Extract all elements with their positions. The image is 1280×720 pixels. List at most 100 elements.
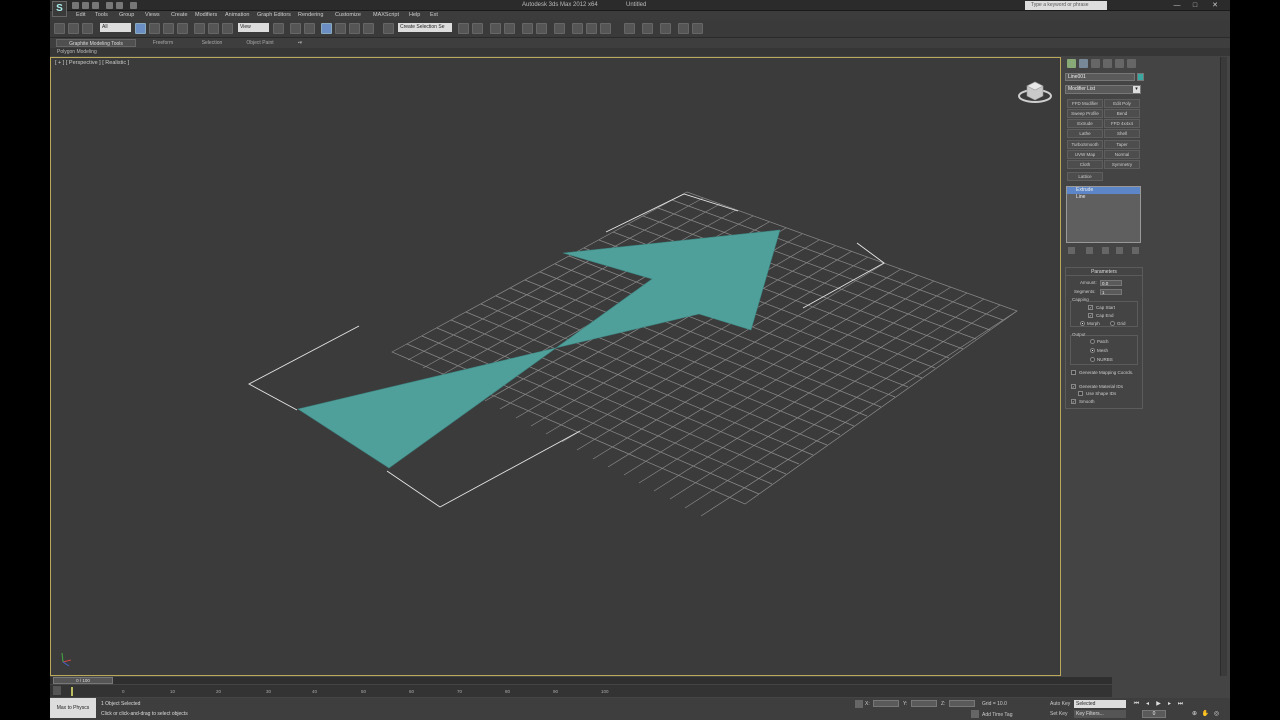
add-time-tag[interactable]: Add Time Tag	[982, 712, 1012, 718]
show-end-result-icon[interactable]	[1086, 247, 1093, 254]
menu-tools[interactable]: Tools	[95, 12, 108, 18]
object-color-swatch[interactable]	[1137, 73, 1144, 81]
tab-object-paint[interactable]: Object Paint	[238, 39, 282, 47]
ribbon-options-icon[interactable]: ▪▾	[294, 39, 306, 47]
rollout-title[interactable]: Parameters	[1066, 268, 1142, 276]
modifier-button[interactable]: FFD 4x4x4	[1104, 119, 1140, 128]
stack-item-extrude[interactable]: Extrude	[1067, 187, 1140, 194]
selection-filter-dropdown[interactable]: All	[100, 23, 131, 32]
graphite-toggle-icon[interactable]	[504, 23, 515, 34]
patch-radio[interactable]	[1090, 339, 1095, 344]
smooth-checkbox[interactable]: ✓	[1071, 399, 1076, 404]
tab-freeform[interactable]: Freeform	[140, 39, 186, 47]
morph-radio[interactable]	[1080, 321, 1085, 326]
auto-key-button[interactable]: Auto Key	[1050, 701, 1070, 707]
menu-customize[interactable]: Customize	[335, 12, 361, 18]
save-file-icon[interactable]	[92, 2, 99, 9]
new-file-icon[interactable]	[72, 2, 79, 9]
project-folder-icon[interactable]	[130, 2, 137, 9]
menu-graph-editors[interactable]: Graph Editors	[257, 12, 291, 18]
generate-mapping-checkbox[interactable]	[1071, 370, 1076, 375]
open-file-icon[interactable]	[82, 2, 89, 9]
zoom-icon[interactable]: ⊕	[1190, 710, 1199, 718]
modifier-button[interactable]: Normal	[1104, 150, 1140, 159]
create-tab-icon[interactable]	[1067, 59, 1076, 68]
material-editor-icon[interactable]	[554, 23, 565, 34]
schematic-view-icon[interactable]	[536, 23, 547, 34]
viewport-label[interactable]: [ + ] [ Perspective ] [ Realistic ]	[55, 60, 129, 66]
hierarchy-tab-icon[interactable]	[1091, 59, 1100, 68]
amount-spinner[interactable]: 0.0	[1100, 280, 1122, 286]
key-selection-dropdown[interactable]: Selected	[1074, 700, 1126, 708]
scale-icon[interactable]	[222, 23, 233, 34]
go-to-end-icon[interactable]: ⏭	[1176, 700, 1185, 708]
extra-tool-icon[interactable]	[624, 23, 635, 34]
nurbs-radio[interactable]	[1090, 357, 1095, 362]
utilities-tab-icon[interactable]	[1127, 59, 1136, 68]
key-filters-button[interactable]: Key Filters...	[1074, 710, 1126, 718]
stack-item-line[interactable]: Line	[1067, 194, 1140, 201]
modifier-button[interactable]: Shell	[1104, 129, 1140, 138]
close-button[interactable]: ✕	[1208, 1, 1222, 10]
window-crossing-icon[interactable]	[177, 23, 188, 34]
set-key-button[interactable]: Set Key	[1050, 711, 1068, 717]
menu-create[interactable]: Create	[171, 12, 188, 18]
snaps-toggle-icon[interactable]	[321, 23, 332, 34]
rotate-icon[interactable]	[208, 23, 219, 34]
physics-icon[interactable]	[642, 23, 653, 34]
y-coord-field[interactable]	[911, 700, 937, 707]
curve-editor-icon[interactable]	[522, 23, 533, 34]
pivot-center-icon[interactable]	[273, 23, 284, 34]
cap-start-checkbox[interactable]: ✓	[1088, 305, 1093, 310]
modifier-button[interactable]: Sweep Profile	[1067, 109, 1103, 118]
modifier-button[interactable]: Edit Poly	[1104, 99, 1140, 108]
modifier-button[interactable]: Symmetry	[1104, 160, 1140, 169]
maxscript-listener[interactable]: Max to Physcs	[50, 698, 96, 718]
menu-maxscript[interactable]: MAXScript	[373, 12, 399, 18]
modifier-list-dropdown[interactable]: Modifier List ▾	[1065, 85, 1141, 94]
generate-material-ids-checkbox[interactable]: ✓	[1071, 384, 1076, 389]
grid-radio[interactable]	[1110, 321, 1115, 326]
menu-modifiers[interactable]: Modifiers	[195, 12, 217, 18]
mesh-radio[interactable]	[1090, 348, 1095, 353]
previous-frame-icon[interactable]: ◂	[1143, 700, 1152, 708]
percent-snap-icon[interactable]	[349, 23, 360, 34]
configure-modifier-sets-icon[interactable]	[1132, 247, 1139, 254]
command-panel-scrollbar[interactable]	[1220, 57, 1227, 676]
undo-icon[interactable]	[106, 2, 113, 9]
modifier-button[interactable]: Lathe	[1067, 129, 1103, 138]
mirror-icon[interactable]	[458, 23, 469, 34]
display-tab-icon[interactable]	[1115, 59, 1124, 68]
modifier-stack[interactable]: Extrude Line	[1066, 186, 1141, 243]
modifier-button[interactable]: TurboSmooth	[1067, 140, 1103, 149]
select-manipulate-icon[interactable]	[290, 23, 301, 34]
time-slider-thumb[interactable]: 0 / 100	[53, 677, 113, 684]
menu-animation[interactable]: Animation	[225, 12, 249, 18]
modify-tab-icon[interactable]	[1079, 59, 1088, 68]
move-icon[interactable]	[194, 23, 205, 34]
pin-stack-icon[interactable]	[1068, 247, 1075, 254]
named-selection-dropdown[interactable]: Create Selection Se	[398, 23, 452, 32]
simulate-icon[interactable]	[660, 23, 671, 34]
next-frame-icon[interactable]: ▸	[1165, 700, 1174, 708]
tab-graphite-modeling-tools[interactable]: Graphite Modeling Tools	[56, 39, 136, 47]
segments-spinner[interactable]: 1	[1100, 289, 1122, 295]
render-setup-icon[interactable]	[572, 23, 583, 34]
remove-modifier-icon[interactable]	[1116, 247, 1123, 254]
menu-views[interactable]: Views	[145, 12, 160, 18]
time-slider[interactable]: 0 / 100	[50, 677, 1112, 684]
spinner-snap-icon[interactable]	[363, 23, 374, 34]
lock-selection-icon[interactable]	[855, 700, 863, 708]
angle-snap-icon[interactable]	[335, 23, 346, 34]
menu-rendering[interactable]: Rendering	[298, 12, 323, 18]
menu-ext[interactable]: Ext	[430, 12, 438, 18]
orbit-icon[interactable]: ◎	[1212, 710, 1221, 718]
align-icon[interactable]	[472, 23, 483, 34]
cap-end-checkbox[interactable]: ✓	[1088, 313, 1093, 318]
trackbar[interactable]: 0 10 20 30 40 50 60 70 80 90 100	[50, 685, 1112, 697]
z-coord-field[interactable]	[949, 700, 975, 707]
app-logo-icon[interactable]: S	[52, 1, 67, 17]
modifier-button[interactable]: Bend	[1104, 109, 1140, 118]
keyboard-shortcut-icon[interactable]	[304, 23, 315, 34]
menu-group[interactable]: Group	[119, 12, 134, 18]
